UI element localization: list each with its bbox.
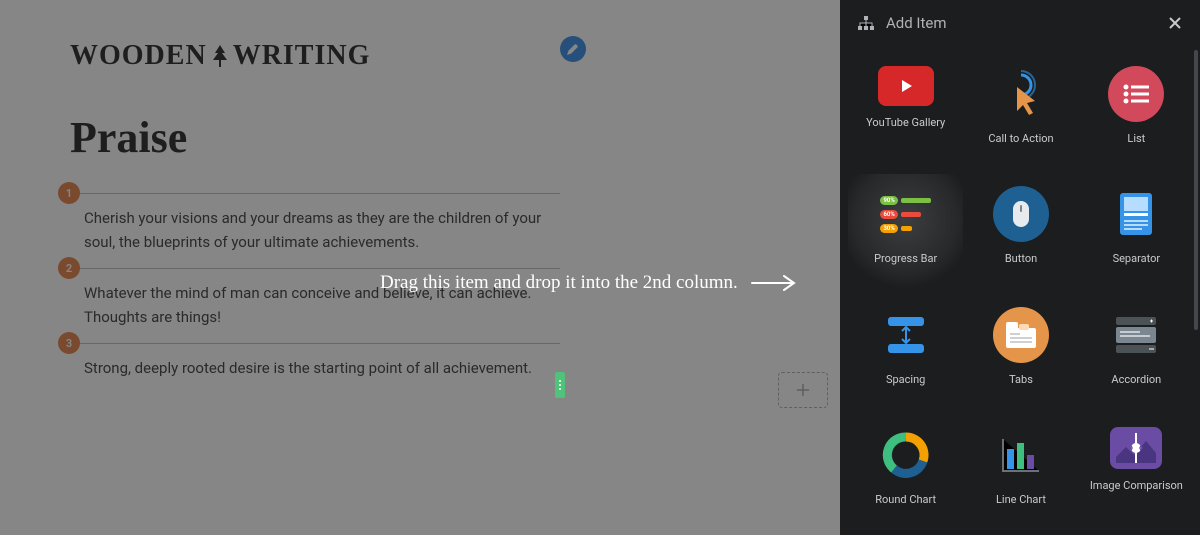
drop-zone-add[interactable] [778, 372, 828, 408]
item-image-comparison[interactable]: Image Comparison [1079, 415, 1194, 535]
item-label: Progress Bar [874, 252, 937, 265]
item-label: Call to Action [988, 132, 1053, 145]
donut-chart-icon [878, 427, 934, 483]
bar-chart-icon [993, 427, 1049, 483]
separator-icon [1108, 186, 1164, 242]
item-label: Accordion [1111, 373, 1161, 386]
logo-word-left: WOODEN [70, 40, 207, 72]
item-line-chart[interactable]: Line Chart [963, 415, 1078, 535]
spacing-icon [878, 307, 934, 363]
item-list[interactable]: List [1079, 54, 1194, 174]
sitemap-icon [858, 16, 874, 30]
tooltip-text: Drag this item and drop it into the 2nd … [380, 272, 738, 294]
tabs-icon [993, 307, 1049, 363]
mouse-icon [993, 186, 1049, 242]
panel-title: Add Item [886, 14, 947, 32]
item-button[interactable]: Button [963, 174, 1078, 294]
item-label: Spacing [886, 373, 925, 386]
tree-icon [211, 45, 229, 67]
list-item: 1 Cherish your visions and your dreams a… [70, 193, 560, 268]
pencil-icon [567, 43, 579, 55]
instruction-tooltip: Drag this item and drop it into the 2nd … [380, 272, 798, 294]
item-call-to-action[interactable]: Call to Action [963, 54, 1078, 174]
arrow-right-icon [750, 273, 798, 293]
add-item-panel: Add Item YouTube Gallery Call to Action … [840, 0, 1200, 535]
youtube-icon [878, 66, 934, 106]
item-label: List [1127, 132, 1145, 145]
item-separator[interactable]: Separator [1079, 174, 1194, 294]
panel-header: Add Item [840, 0, 1200, 46]
column-drag-handle[interactable] [555, 372, 565, 398]
close-icon [1168, 16, 1182, 30]
close-button[interactable] [1168, 16, 1182, 30]
item-label: YouTube Gallery [866, 116, 945, 129]
site-logo: WOODEN WRITING [70, 40, 370, 72]
item-label: Round Chart [875, 493, 936, 506]
item-youtube-gallery[interactable]: YouTube Gallery [848, 54, 963, 174]
list-item: 3 Strong, deeply rooted desire is the st… [70, 343, 560, 394]
tap-icon [993, 66, 1049, 122]
item-number: 3 [58, 332, 80, 354]
panel-scrollbar[interactable] [1194, 50, 1198, 330]
list-icon [1108, 66, 1164, 122]
progress-bar-icon: 90% 60% 30% [878, 186, 934, 242]
item-tabs[interactable]: Tabs [963, 295, 1078, 415]
item-label: Tabs [1009, 373, 1033, 386]
item-spacing[interactable]: Spacing [848, 295, 963, 415]
item-label: Image Comparison [1090, 479, 1183, 492]
item-round-chart[interactable]: Round Chart [848, 415, 963, 535]
edit-button[interactable] [560, 36, 586, 62]
item-label: Separator [1113, 252, 1161, 265]
quote-text: Cherish your visions and your dreams as … [70, 206, 560, 254]
accordion-icon [1108, 307, 1164, 363]
logo-word-right: WRITING [233, 40, 371, 72]
item-label: Button [1005, 252, 1037, 265]
image-compare-icon [1110, 427, 1162, 469]
quote-text: Strong, deeply rooted desire is the star… [70, 356, 532, 380]
item-accordion[interactable]: Accordion [1079, 295, 1194, 415]
item-progress-bar[interactable]: 90% 60% 30% Progress Bar [848, 174, 963, 294]
item-number: 1 [58, 182, 80, 204]
item-grid: YouTube Gallery Call to Action List 90% … [840, 46, 1200, 535]
item-label: Line Chart [996, 493, 1046, 506]
item-number: 2 [58, 257, 80, 279]
plus-icon [796, 383, 810, 397]
